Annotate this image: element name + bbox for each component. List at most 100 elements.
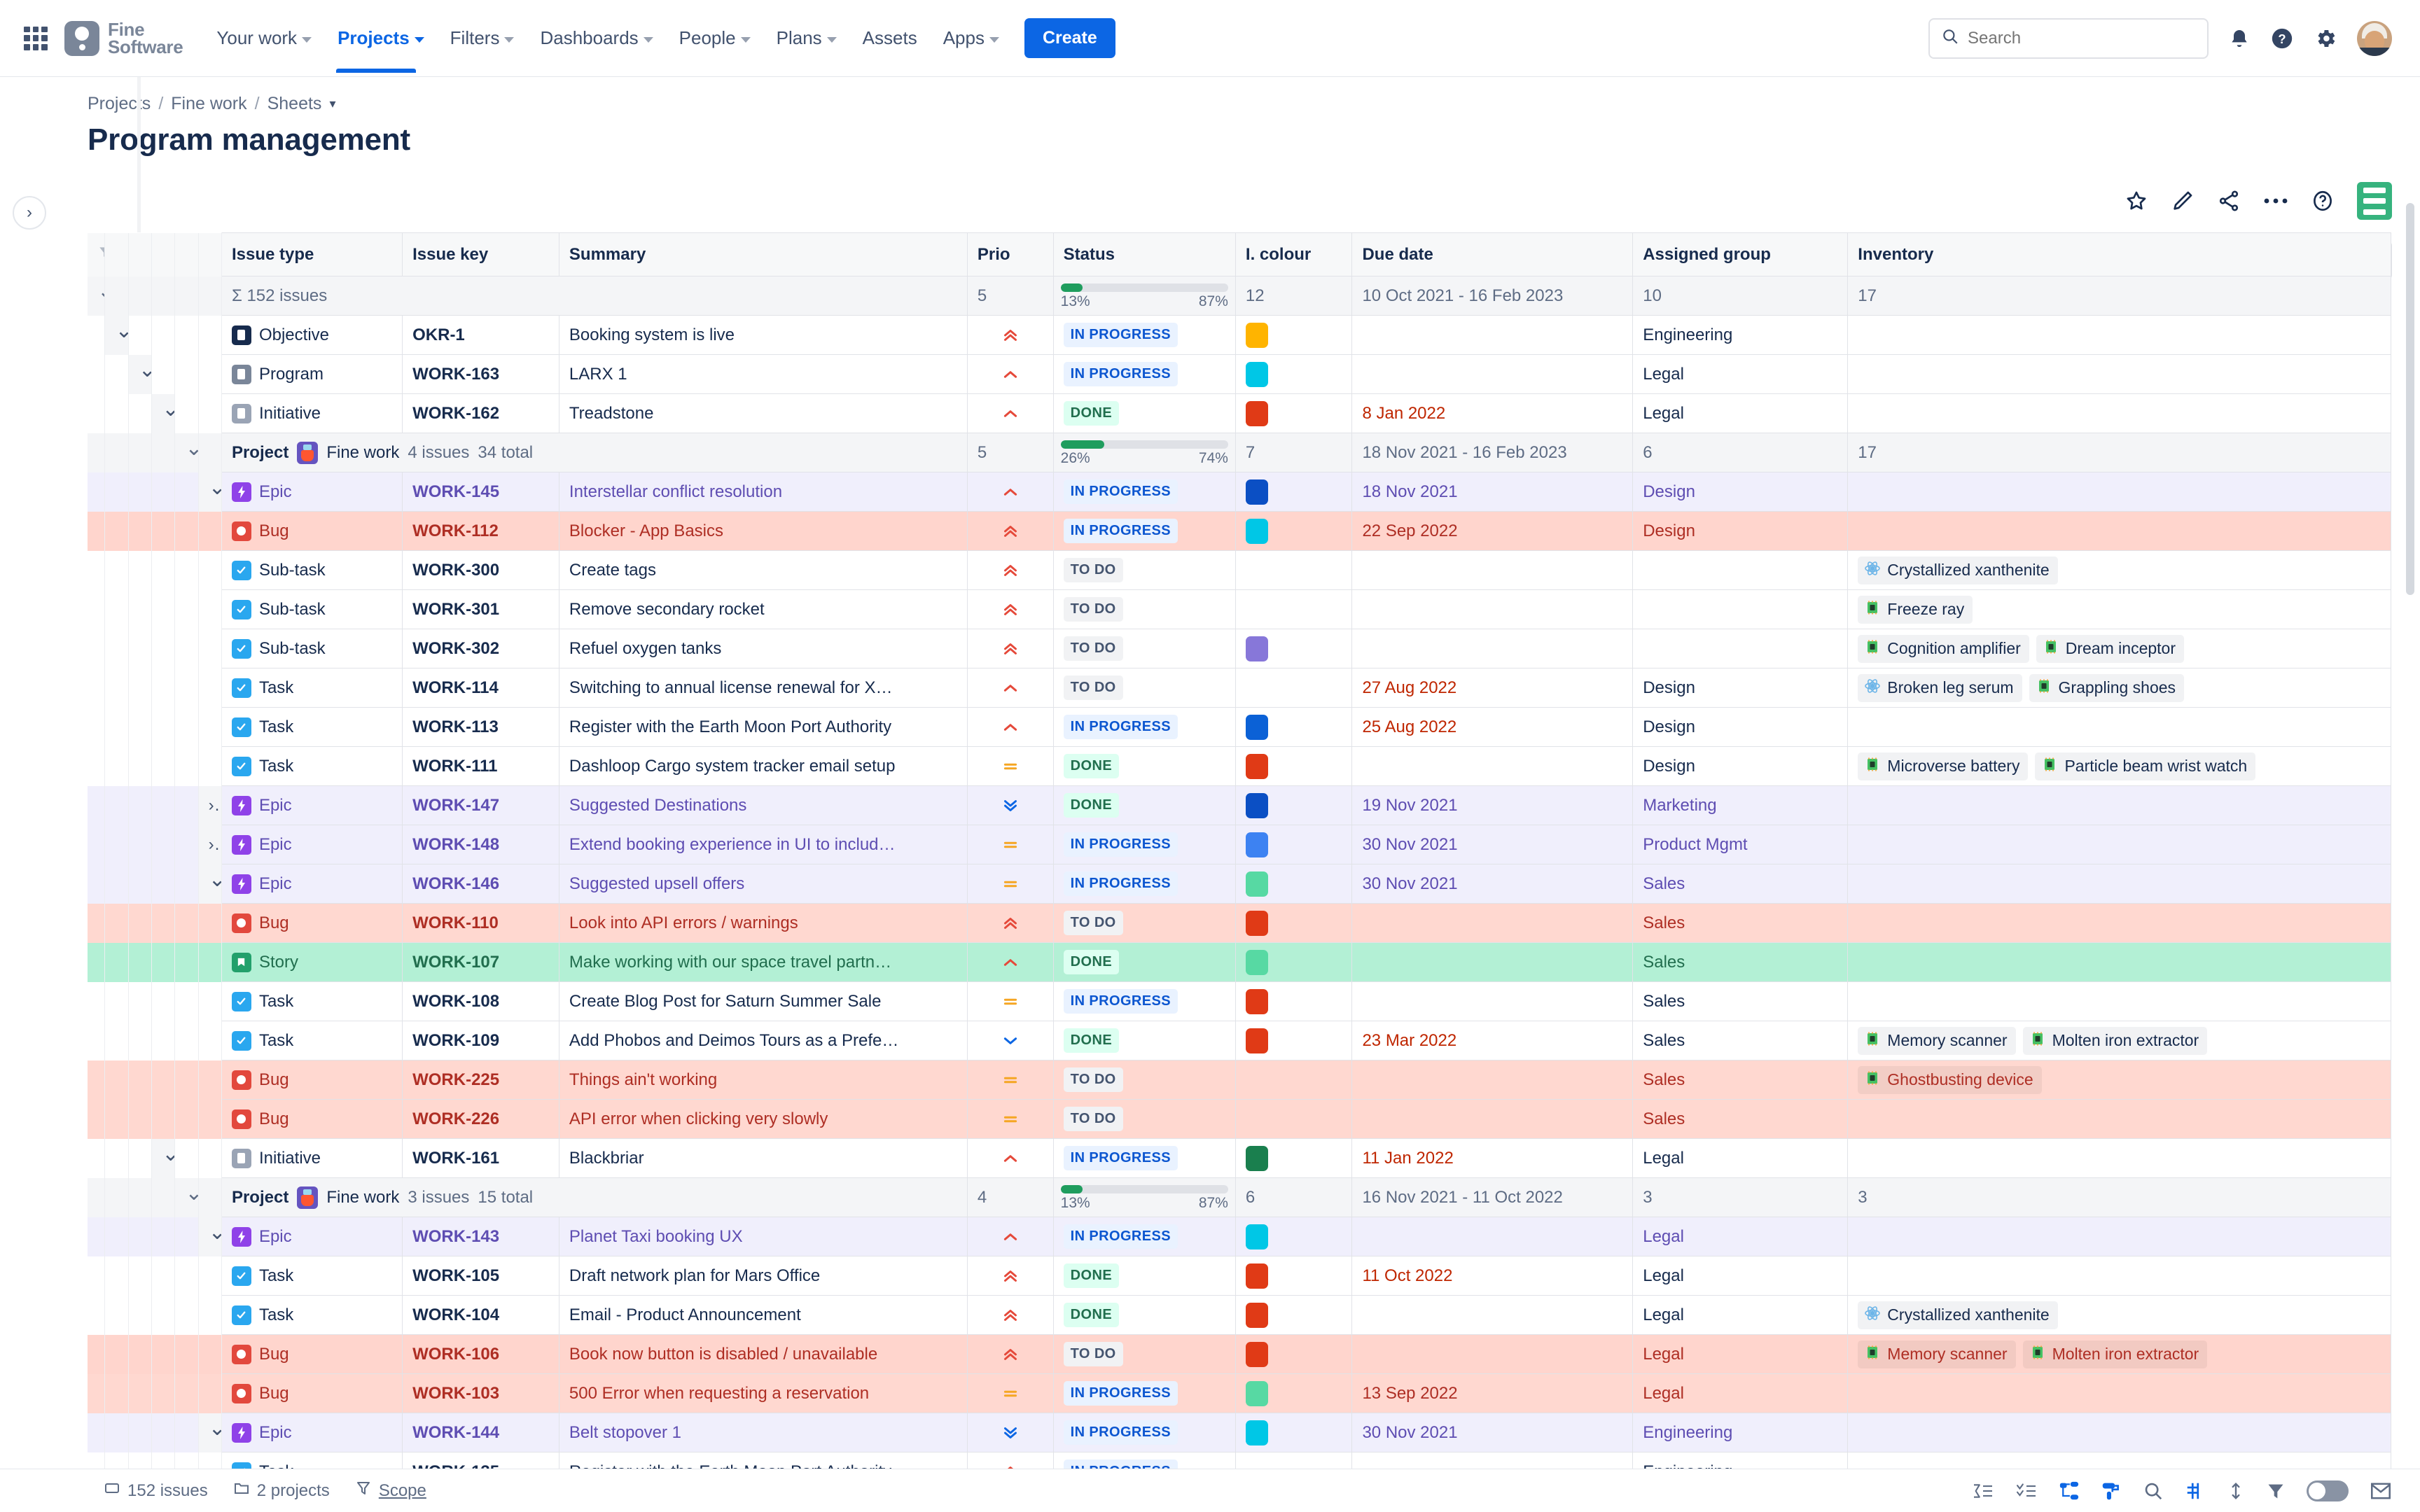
cell-inventory[interactable]: Ghostbusting device <box>1847 1060 2391 1100</box>
cell-due-date[interactable] <box>1351 1217 1634 1256</box>
cell-priority[interactable] <box>966 981 1054 1021</box>
cell-assigned-group[interactable]: Sales <box>1632 1099 1849 1139</box>
cell-assigned-group[interactable] <box>1632 589 1849 629</box>
table-row[interactable]: Task WORK-105 Draft network plan for Mars … <box>88 1256 2391 1296</box>
cell-status[interactable]: DONE <box>1052 1256 1236 1296</box>
inventory-lozenge[interactable]: Ghostbusting device <box>1858 1065 2042 1094</box>
inventory-lozenge[interactable]: Particle beam wrist watch <box>2035 752 2256 780</box>
cell-summary[interactable]: Remove secondary rocket <box>558 589 968 629</box>
cell-due-date[interactable] <box>1351 1334 1634 1374</box>
table-row[interactable]: Task WORK-114 Switching to annual license … <box>88 668 2391 708</box>
issue-key-link[interactable]: WORK-161 <box>412 1149 499 1168</box>
nav-item-dashboards[interactable]: Dashboards <box>538 23 654 53</box>
cell-priority[interactable] <box>966 393 1054 433</box>
cell-issue-key[interactable]: WORK-111 <box>402 746 559 786</box>
cell-priority[interactable] <box>966 942 1054 982</box>
cell-issue-colour[interactable] <box>1235 1295 1353 1335</box>
more-options-icon[interactable] <box>2263 197 2288 205</box>
cell-status[interactable]: DONE <box>1052 1295 1236 1335</box>
cell-summary[interactable]: Draft network plan for Mars Office <box>558 1256 968 1296</box>
cell-issue-colour[interactable] <box>1235 903 1353 943</box>
cell-inventory[interactable] <box>1847 1256 2391 1296</box>
cell-priority[interactable] <box>966 629 1054 668</box>
cell-due-date[interactable]: 23 Mar 2022 <box>1351 1021 1634 1060</box>
cell-summary[interactable]: Register with the Earth Moon Port Author… <box>558 707 968 747</box>
cell-assigned-group[interactable]: Legal <box>1632 1138 1849 1178</box>
breadcrumb-item-sheets[interactable]: Sheets <box>267 94 322 114</box>
cell-due-date[interactable]: 25 Aug 2022 <box>1351 707 1634 747</box>
cell-status[interactable]: TO DO <box>1052 1099 1236 1139</box>
cell-status[interactable]: IN PROGRESS <box>1052 1138 1236 1178</box>
issue-key-link[interactable]: WORK-146 <box>412 874 499 893</box>
inventory-lozenge[interactable]: Molten iron extractor <box>2022 1340 2208 1368</box>
cell-assigned-group[interactable] <box>1632 629 1849 668</box>
cell-due-date[interactable]: 11 Jan 2022 <box>1351 1138 1634 1178</box>
cell-issue-colour[interactable] <box>1235 1099 1353 1139</box>
cell-inventory[interactable]: Memory scanner Molten iron extractor <box>1847 1334 2391 1374</box>
cell-issue-key[interactable]: WORK-302 <box>402 629 559 668</box>
cell-priority[interactable] <box>966 472 1054 512</box>
cell-inventory[interactable] <box>1847 1373 2391 1413</box>
issue-key-link[interactable]: WORK-109 <box>412 1031 499 1050</box>
cell-assigned-group[interactable]: Sales <box>1632 942 1849 982</box>
cell-issue-key[interactable]: OKR-1 <box>402 315 559 355</box>
cell-priority[interactable] <box>966 511 1054 551</box>
expand-sidebar-button[interactable]: › <box>13 196 46 230</box>
cell-summary[interactable]: Switching to annual license renewal for … <box>558 668 968 708</box>
share-icon[interactable] <box>2217 189 2241 213</box>
cell-due-date[interactable]: 27 Aug 2022 <box>1351 668 1634 708</box>
cell-assigned-group[interactable]: Sales <box>1632 1021 1849 1060</box>
cell-assigned-group[interactable]: Sales <box>1632 864 1849 904</box>
expand-collapse-toggle[interactable]: ⌄ <box>128 354 153 394</box>
cell-issue-colour[interactable] <box>1235 1060 1353 1100</box>
cell-priority[interactable] <box>966 1217 1054 1256</box>
cell-issue-key[interactable]: WORK-148 <box>402 825 559 864</box>
expand-collapse-toggle[interactable]: ⌄ <box>174 1177 199 1217</box>
column-header-status[interactable]: Status <box>1052 232 1236 276</box>
issue-key-link[interactable]: OKR-1 <box>412 326 465 344</box>
cell-status[interactable]: DONE <box>1052 785 1236 825</box>
cell-issue-colour[interactable] <box>1235 864 1353 904</box>
cell-issue-colour[interactable] <box>1235 393 1353 433</box>
expand-collapse-toggle[interactable]: ⌄ <box>198 1217 222 1256</box>
issue-key-link[interactable]: WORK-302 <box>412 639 499 658</box>
cell-issue-key[interactable]: WORK-144 <box>402 1413 559 1452</box>
cell-inventory[interactable]: Memory scanner Molten iron extractor <box>1847 1021 2391 1060</box>
footer-scope-button[interactable]: Scope <box>355 1480 426 1502</box>
cell-due-date[interactable] <box>1351 1295 1634 1335</box>
table-row[interactable]: › Epic WORK-147 Suggested Destinations DONE 1… <box>88 785 2391 825</box>
row-height-icon[interactable] <box>2227 1480 2245 1502</box>
issue-key-link[interactable]: WORK-162 <box>412 404 499 423</box>
table-row[interactable]: Bug WORK-112 Blocker - App Basics IN PROGRE… <box>88 511 2391 551</box>
cell-issue-key[interactable]: WORK-103 <box>402 1373 559 1413</box>
cell-due-date[interactable] <box>1351 1060 1634 1100</box>
cell-issue-colour[interactable] <box>1235 472 1353 512</box>
cell-due-date[interactable]: 11 Oct 2022 <box>1351 1256 1634 1296</box>
settings-gear-icon[interactable] <box>2314 27 2337 50</box>
cell-assigned-group[interactable]: Legal <box>1632 354 1849 394</box>
cell-summary[interactable]: Look into API errors / warnings <box>558 903 968 943</box>
cell-priority[interactable] <box>966 903 1054 943</box>
cell-assigned-group[interactable]: Legal <box>1632 1217 1849 1256</box>
inventory-lozenge[interactable]: Memory scanner <box>1858 1026 2016 1055</box>
cell-inventory[interactable] <box>1847 707 2391 747</box>
cell-assigned-group[interactable]: Engineering <box>1632 1413 1849 1452</box>
cell-assigned-group[interactable]: Design <box>1632 746 1849 786</box>
cell-due-date[interactable] <box>1351 903 1634 943</box>
cell-status[interactable]: TO DO <box>1052 668 1236 708</box>
cell-summary[interactable]: Treadstone <box>558 393 968 433</box>
cell-status[interactable]: TO DO <box>1052 550 1236 590</box>
issue-key-link[interactable]: WORK-103 <box>412 1384 499 1403</box>
issue-key-link[interactable]: WORK-108 <box>412 992 499 1011</box>
cell-summary[interactable]: Blocker - App Basics <box>558 511 968 551</box>
issue-key-link[interactable]: WORK-225 <box>412 1070 499 1089</box>
cell-priority[interactable] <box>966 550 1054 590</box>
star-icon[interactable] <box>2125 189 2148 213</box>
cell-status[interactable]: DONE <box>1052 942 1236 982</box>
issue-key-link[interactable]: WORK-301 <box>412 600 499 619</box>
cell-due-date[interactable]: 8 Jan 2022 <box>1351 393 1634 433</box>
cell-issue-key[interactable]: WORK-104 <box>402 1295 559 1335</box>
cell-due-date[interactable] <box>1351 629 1634 668</box>
table-row[interactable]: ⌄ Initiative WORK-162 Treadstone DONE 8 Jan 2… <box>88 393 2391 433</box>
issue-key-link[interactable]: WORK-105 <box>412 1266 499 1285</box>
